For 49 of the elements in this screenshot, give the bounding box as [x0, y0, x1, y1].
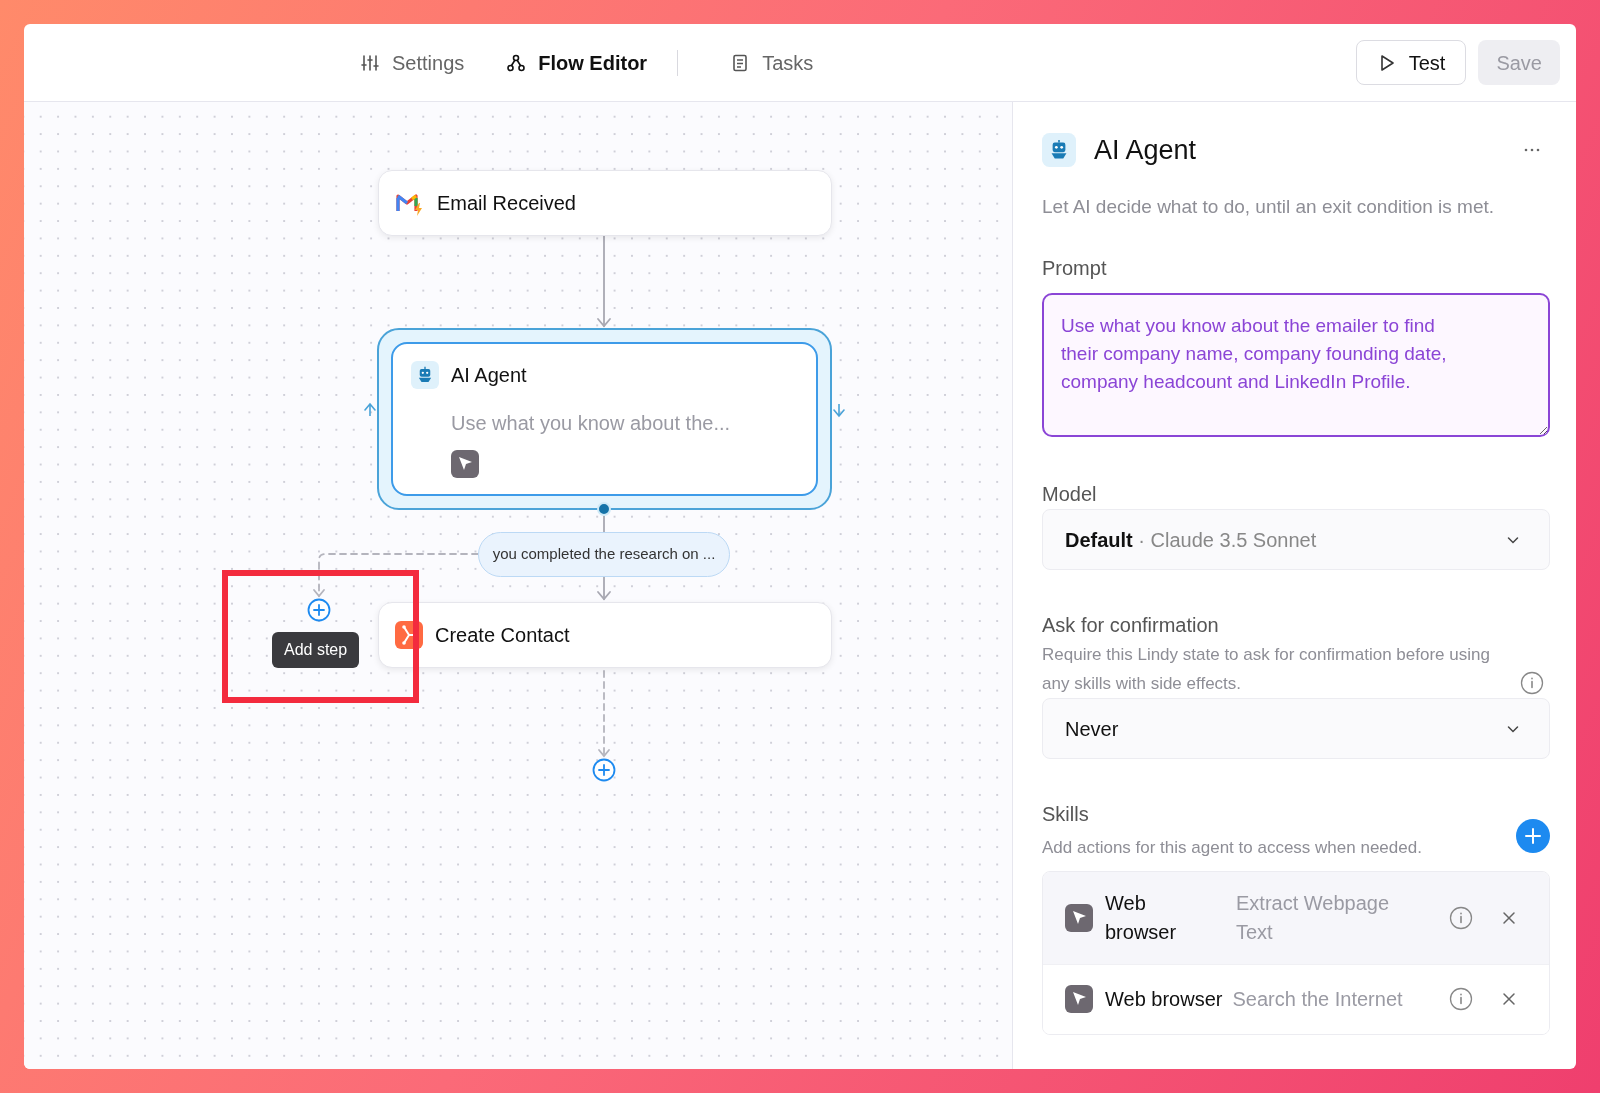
trigger-node[interactable]: Email Received: [378, 170, 832, 236]
connector-arrow: [597, 576, 611, 601]
panel-title: AI Agent: [1094, 134, 1198, 167]
agent-node[interactable]: AI Agent Use what you know about the...: [391, 342, 818, 496]
condition-label[interactable]: you completed the research on ...: [478, 532, 730, 577]
skill-name: Web browser: [1105, 890, 1178, 945]
robot-icon: [411, 361, 439, 389]
info-icon: [1520, 671, 1544, 695]
prompt-field[interactable]: Use what you know about the emailer to find their company name, company founding date, company headcount and LinkedIn Profile.: [1042, 293, 1550, 437]
cursor-icon: [451, 450, 479, 478]
tab[interactable]: Settings: [352, 43, 473, 83]
confirmation-dropdown[interactable]: Never: [1042, 698, 1550, 759]
info-icon: [1449, 905, 1473, 930]
close-icon: [1501, 991, 1517, 1007]
info-icon: [1449, 987, 1473, 1011]
field-description: Require this Lindy state to ask for confirmation before using any skills with side effects.: [1042, 644, 1491, 695]
skill-row[interactable]: Web browser Extract Webpage Text: [1043, 871, 1549, 964]
close-icon: [1501, 909, 1517, 926]
connector-line: [603, 515, 605, 533]
robot-icon: [1042, 133, 1076, 168]
add-step-icon[interactable]: [307, 598, 331, 622]
field-label: Skills: [1042, 802, 1090, 827]
skill-row[interactable]: Web browser Search the Internet: [1043, 963, 1549, 1034]
node-subtitle: Use what you know about the...: [451, 411, 732, 436]
skill-action: Search the Internet: [1232, 986, 1404, 1012]
cursor-icon: [1065, 903, 1093, 932]
tooltip: Add step: [272, 632, 360, 668]
plus-icon: [1524, 826, 1542, 845]
panel-description: Let AI decide what to do, until an exit condition is met.: [1042, 194, 1496, 219]
tab[interactable]: Flow Editor: [498, 43, 656, 83]
field-label: Ask for confirmation: [1042, 613, 1220, 638]
node-title: AI Agent: [451, 363, 527, 388]
field-label: Model: [1042, 482, 1098, 507]
cursor-icon: [1065, 985, 1093, 1013]
flow-icon: [506, 53, 527, 73]
field-label: Prompt: [1042, 256, 1108, 281]
add-skill-button[interactable]: [1516, 818, 1550, 853]
add-step-icon[interactable]: [592, 758, 616, 782]
skill-name: Web browser: [1105, 986, 1223, 1012]
skill-action: Extract Webpage Text: [1236, 890, 1391, 945]
action-node[interactable]: Create Contact: [378, 602, 832, 668]
node-title: Email Received: [437, 191, 576, 216]
more-icon: [1524, 147, 1540, 154]
test-button[interactable]: Test: [1355, 40, 1467, 85]
tab[interactable]: Tasks: [722, 43, 822, 83]
field-description: Add actions for this agent to access when needed.: [1042, 837, 1422, 859]
model-dropdown[interactable]: Default · Claude 3.5 Sonnet: [1042, 509, 1550, 570]
node-title: Create Contact: [435, 623, 570, 648]
sliders-icon: [360, 53, 380, 73]
